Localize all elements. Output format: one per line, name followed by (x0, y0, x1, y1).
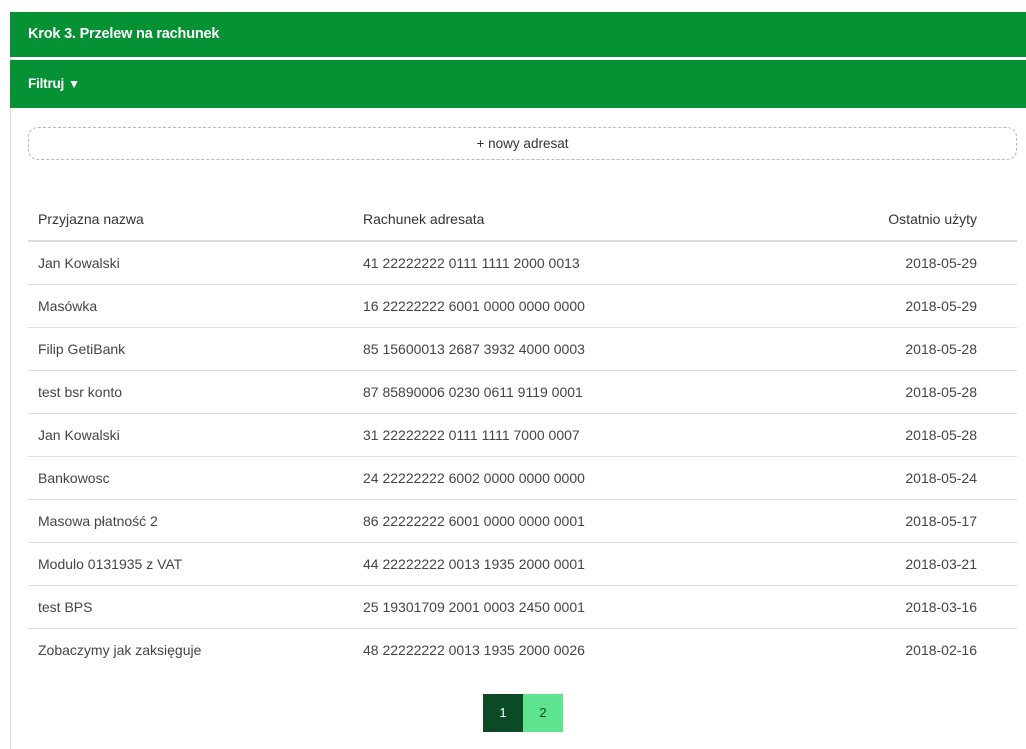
new-recipient-label: + nowy adresat (476, 136, 569, 151)
table-row[interactable]: Bankowosc 24 22222222 6002 0000 0000 000… (28, 456, 1017, 500)
recipient-last-used: 2018-05-28 (853, 327, 1017, 371)
recipient-account: 25 19301709 2001 0003 2450 0001 (353, 585, 853, 629)
recipient-last-used: 2018-05-28 (853, 413, 1017, 457)
page-button-1[interactable]: 1 (483, 694, 523, 732)
recipient-last-used: 2018-05-24 (853, 456, 1017, 500)
table-row[interactable]: Filip GetiBank 85 15600013 2687 3932 400… (28, 327, 1017, 371)
column-header-account[interactable]: Rachunek adresata (353, 197, 853, 242)
filter-toggle[interactable]: Filtruj ▼ (10, 60, 1026, 108)
recipient-account: 44 22222222 0013 1935 2000 0001 (353, 542, 853, 586)
recipient-last-used: 2018-05-29 (853, 284, 1017, 328)
recipient-last-used: 2018-03-21 (853, 542, 1017, 586)
recipient-last-used: 2018-02-16 (905, 641, 977, 658)
recipient-account: 31 22222222 0111 1111 7000 0007 (353, 413, 853, 457)
column-header-last-used[interactable]: Ostatnio użyty (853, 197, 1017, 242)
filter-label: Filtruj (28, 76, 65, 91)
recipient-account: 48 22222222 0013 1935 2000 0026 (363, 641, 585, 658)
column-header-name[interactable]: Przyjazna nazwa (28, 197, 353, 242)
pagination: 1 2 (483, 694, 563, 732)
recipient-account: 41 22222222 0111 1111 2000 0013 (353, 241, 853, 285)
recipient-name: test bsr konto (28, 370, 353, 414)
step-title: Krok 3. Przelew na rachunek (28, 26, 220, 42)
recipient-name: test BPS (28, 585, 353, 629)
table-row[interactable]: Masówka 16 22222222 6001 0000 0000 0000 … (28, 284, 1017, 328)
recipient-last-used: 2018-03-16 (853, 585, 1017, 629)
recipient-last-used: 2018-05-28 (853, 370, 1017, 414)
table-row[interactable]: test bsr konto 87 85890006 0230 0611 911… (28, 370, 1017, 414)
table-row[interactable]: test BPS 25 19301709 2001 0003 2450 0001… (28, 585, 1017, 629)
table-row[interactable]: Modulo 0131935 z VAT 44 22222222 0013 19… (28, 542, 1017, 586)
step-header: Krok 3. Przelew na rachunek (10, 12, 1026, 57)
recipient-account: 16 22222222 6001 0000 0000 0000 (353, 284, 853, 328)
recipient-last-used: 2018-05-29 (853, 241, 1017, 285)
recipient-account: 24 22222222 6002 0000 0000 0000 (353, 456, 853, 500)
page-button-2[interactable]: 2 (523, 694, 563, 732)
recipient-name: Masówka (28, 284, 353, 328)
caret-down-icon: ▼ (68, 77, 80, 91)
recipient-name: Bankowosc (28, 456, 353, 500)
table-row[interactable]: Masowa płatność 2 86 22222222 6001 0000 … (28, 499, 1017, 543)
recipient-name: Masowa płatność 2 (28, 499, 353, 543)
recipient-account: 85 15600013 2687 3932 4000 0003 (353, 327, 853, 371)
table-row[interactable]: Jan Kowalski 31 22222222 0111 1111 7000 … (28, 413, 1017, 457)
recipient-account: 87 85890006 0230 0611 9119 0001 (353, 370, 853, 414)
recipient-name: Modulo 0131935 z VAT (28, 542, 353, 586)
table-header-row: Przyjazna nazwa Rachunek adresata Ostatn… (28, 197, 1017, 242)
table-row[interactable]: Jan Kowalski 41 22222222 0111 1111 2000 … (28, 241, 1017, 285)
recipient-name: Jan Kowalski (28, 241, 353, 285)
recipient-name: Zobaczymy jak zaksięguje (38, 641, 202, 658)
recipient-name: Filip GetiBank (28, 327, 353, 371)
new-recipient-button[interactable]: + nowy adresat (28, 127, 1017, 160)
recipient-account: 86 22222222 6001 0000 0000 0001 (353, 499, 853, 543)
recipients-table: Przyjazna nazwa Rachunek adresata Ostatn… (28, 197, 1017, 671)
table-row[interactable]: Zobaczymy jak zaksięguje 48 22222222 001… (28, 628, 1017, 671)
recipient-last-used: 2018-05-17 (853, 499, 1017, 543)
recipient-name: Jan Kowalski (28, 413, 353, 457)
